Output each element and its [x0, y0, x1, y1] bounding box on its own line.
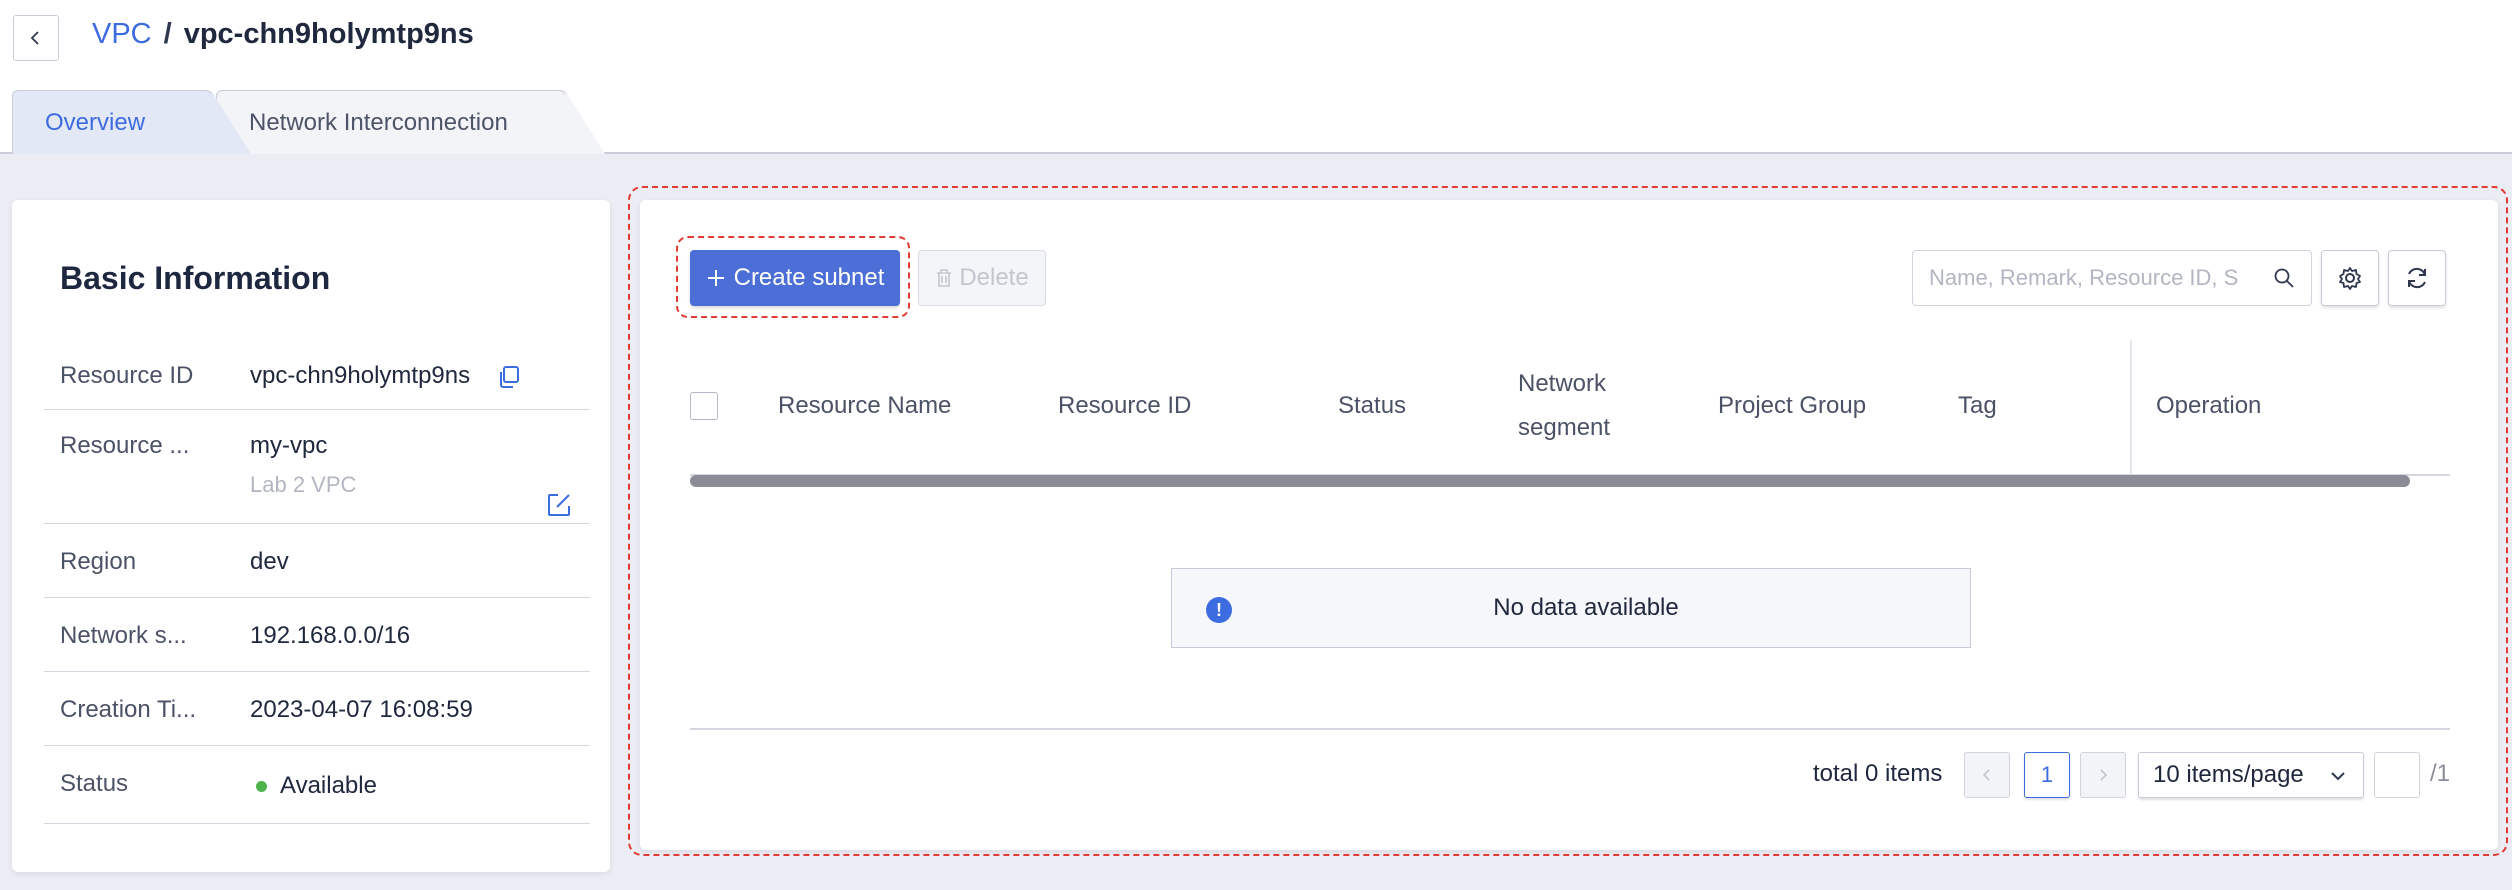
- info-row-status: Status Available: [44, 746, 590, 824]
- breadcrumb-vpc-link[interactable]: VPC: [92, 18, 152, 51]
- info-value: dev: [250, 548, 289, 575]
- page-title: vpc-chn9holymtp9ns: [183, 18, 474, 50]
- operation-column-divider: [2130, 340, 2132, 476]
- chevron-left-icon: [1982, 769, 1990, 781]
- chevron-right-icon: [2100, 769, 2108, 781]
- info-row-resource-id: Resource ID vpc-chn9holymtp9ns: [44, 344, 590, 410]
- status-dot: [256, 781, 267, 792]
- tab-overview[interactable]: Overview: [12, 90, 251, 154]
- create-subnet-button[interactable]: Create subnet: [690, 250, 900, 306]
- chevron-left-icon: [30, 31, 39, 45]
- tab-network-interconnection[interactable]: Network Interconnection: [216, 90, 605, 154]
- next-page-button[interactable]: [2080, 752, 2126, 798]
- info-label: Resource ID: [60, 362, 194, 389]
- chevron-down-icon: [2331, 772, 2345, 781]
- info-row-network-segment: Network s... 192.168.0.0/16: [44, 598, 590, 672]
- column-tag[interactable]: Tag: [1958, 392, 1997, 420]
- column-status[interactable]: Status: [1338, 392, 1406, 420]
- basic-info-card: Basic Information Resource ID vpc-chn9ho…: [12, 200, 610, 872]
- info-remark: Lab 2 VPC: [250, 472, 357, 497]
- select-all-checkbox[interactable]: [690, 392, 718, 420]
- breadcrumb-separator: /: [163, 18, 172, 50]
- create-subnet-label: Create subnet: [733, 264, 885, 291]
- refresh-icon: [2408, 267, 2426, 289]
- delete-label: Delete: [959, 264, 1029, 291]
- search-box: [1912, 250, 2312, 306]
- column-resource-id[interactable]: Resource ID: [1058, 392, 1191, 420]
- info-row-resource-name: Resource ... my-vpc Lab 2 VPC: [44, 410, 590, 524]
- column-operation: Operation: [2156, 392, 2262, 419]
- basic-info-title: Basic Information: [60, 260, 331, 296]
- status-value: Available: [280, 772, 377, 799]
- info-label: Network s...: [60, 622, 187, 649]
- page-size-select[interactable]: 10 items/page: [2138, 752, 2364, 798]
- info-icon: !: [1206, 597, 1232, 623]
- trash-icon: [937, 269, 952, 287]
- search-icon[interactable]: [2273, 267, 2295, 289]
- top-bar: VPC / vpc-chn9holymtp9ns Overview Networ…: [0, 0, 2512, 154]
- edit-icon[interactable]: [546, 492, 572, 518]
- back-button[interactable]: [13, 15, 59, 61]
- info-value: vpc-chn9holymtp9ns: [250, 362, 471, 389]
- info-value: 192.168.0.0/16: [250, 622, 411, 649]
- total-pages: /1: [2430, 760, 2451, 787]
- tab-overview-label: Overview: [45, 108, 146, 136]
- empty-state-text: No data available: [1493, 594, 1679, 621]
- info-label: Resource ...: [60, 432, 190, 459]
- page-size-value: 10 items/page: [2153, 761, 2304, 788]
- settings-button[interactable]: [2321, 250, 2379, 306]
- column-network-segment-line1[interactable]: Network: [1518, 370, 1606, 398]
- info-label: Creation Ti...: [60, 696, 197, 723]
- copy-icon[interactable]: [496, 364, 522, 390]
- tab-network-label: Network Interconnection: [249, 108, 508, 136]
- delete-button[interactable]: Delete: [918, 250, 1046, 306]
- table-footer-divider: [690, 728, 2450, 730]
- basic-info-list: Resource ID vpc-chn9holymtp9ns Resource …: [44, 344, 590, 824]
- page-jump-input[interactable]: [2374, 752, 2420, 798]
- horizontal-scrollbar[interactable]: [690, 475, 2410, 487]
- info-value: 2023-04-07 16:08:59: [250, 696, 473, 723]
- search-input[interactable]: [1913, 251, 2263, 304]
- info-row-creation-time: Creation Ti... 2023-04-07 16:08:59: [44, 672, 590, 746]
- empty-state: ! No data available: [1171, 568, 1971, 648]
- info-label: Region: [60, 548, 137, 575]
- info-row-region: Region dev: [44, 524, 590, 598]
- column-project-group[interactable]: Project Group: [1718, 392, 1866, 420]
- gear-icon: [2339, 267, 2361, 290]
- table-header: Resource Name Resource ID Status Network…: [690, 340, 2450, 476]
- column-resource-name[interactable]: Resource Name: [778, 392, 951, 420]
- info-label: Status: [60, 770, 129, 797]
- total-items: total 0 items: [1813, 760, 1943, 787]
- plus-icon: [707, 270, 724, 286]
- refresh-button[interactable]: [2388, 250, 2446, 306]
- info-value: my-vpc: [250, 432, 328, 459]
- prev-page-button[interactable]: [1964, 752, 2010, 798]
- column-network-segment-line2[interactable]: segment: [1518, 414, 1610, 442]
- page-number-current[interactable]: 1: [2024, 752, 2070, 798]
- breadcrumb: VPC / vpc-chn9holymtp9ns: [92, 18, 474, 51]
